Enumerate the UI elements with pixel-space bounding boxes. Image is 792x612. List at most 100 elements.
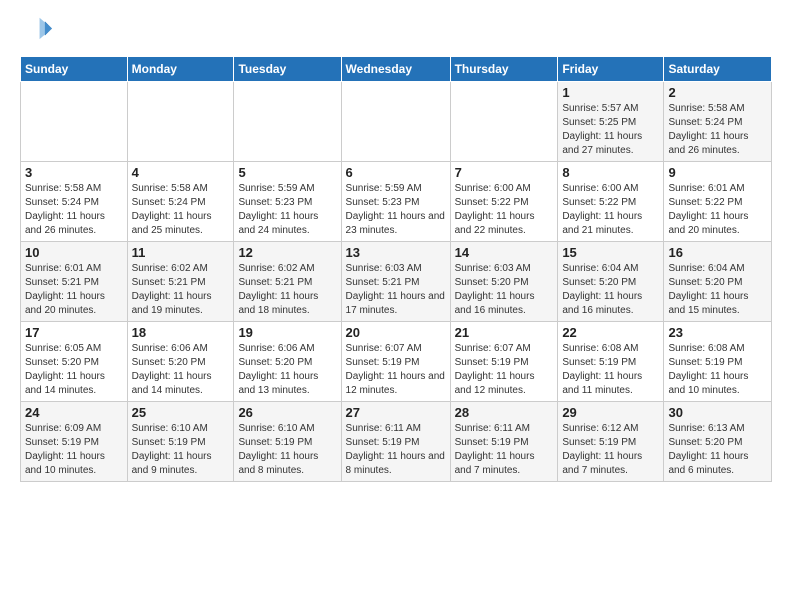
day-number: 30 bbox=[668, 405, 767, 420]
day-number: 6 bbox=[346, 165, 446, 180]
calendar-cell: 18 Sunrise: 6:06 AM Sunset: 5:20 PM Dayli… bbox=[127, 322, 234, 402]
day-info: Sunrise: 6:02 AM Sunset: 5:21 PM Dayligh… bbox=[238, 262, 336, 318]
day-number: 17 bbox=[25, 325, 123, 340]
day-number: 11 bbox=[132, 245, 230, 260]
weekday-header-sunday: Sunday bbox=[21, 57, 128, 82]
page: SundayMondayTuesdayWednesdayThursdayFrid… bbox=[0, 0, 792, 492]
calendar-cell: 20 Sunrise: 6:07 AM Sunset: 5:19 PM Dayli… bbox=[341, 322, 450, 402]
day-info: Sunrise: 6:11 AM Sunset: 5:19 PM Dayligh… bbox=[346, 422, 446, 478]
day-info: Sunrise: 6:02 AM Sunset: 5:21 PM Dayligh… bbox=[132, 262, 230, 318]
calendar-cell: 8Sunrise: 6:00 AM Sunset: 5:22 PM Daylig… bbox=[558, 162, 664, 242]
day-info: Sunrise: 5:59 AM Sunset: 5:23 PM Dayligh… bbox=[346, 182, 446, 238]
day-number: 3 bbox=[25, 165, 123, 180]
day-info: Sunrise: 6:08 AM Sunset: 5:19 PM Dayligh… bbox=[668, 342, 767, 398]
day-info: Sunrise: 6:09 AM Sunset: 5:19 PM Dayligh… bbox=[25, 422, 123, 478]
calendar-cell: 30 Sunrise: 6:13 AM Sunset: 5:20 PM Dayli… bbox=[664, 402, 772, 482]
day-info: Sunrise: 6:07 AM Sunset: 5:19 PM Dayligh… bbox=[455, 342, 554, 398]
day-number: 28 bbox=[455, 405, 554, 420]
calendar-cell: 26 Sunrise: 6:10 AM Sunset: 5:19 PM Dayli… bbox=[234, 402, 341, 482]
calendar-cell: 14 Sunrise: 6:03 AM Sunset: 5:20 PM Dayli… bbox=[450, 242, 558, 322]
weekday-header-wednesday: Wednesday bbox=[341, 57, 450, 82]
calendar-cell: 29Sunrise: 6:12 AM Sunset: 5:19 PM Dayli… bbox=[558, 402, 664, 482]
calendar-cell bbox=[234, 82, 341, 162]
calendar-cell: 11 Sunrise: 6:02 AM Sunset: 5:21 PM Dayli… bbox=[127, 242, 234, 322]
day-number: 27 bbox=[346, 405, 446, 420]
calendar-cell: 1 Sunrise: 5:57 AM Sunset: 5:25 PM Daylig… bbox=[558, 82, 664, 162]
day-number: 10 bbox=[25, 245, 123, 260]
calendar-cell: 4 Sunrise: 5:58 AM Sunset: 5:24 PM Daylig… bbox=[127, 162, 234, 242]
day-info: Sunrise: 6:07 AM Sunset: 5:19 PM Dayligh… bbox=[346, 342, 446, 398]
calendar-cell: 17 Sunrise: 6:05 AM Sunset: 5:20 PM Dayli… bbox=[21, 322, 128, 402]
calendar-cell: 24 Sunrise: 6:09 AM Sunset: 5:19 PM Dayli… bbox=[21, 402, 128, 482]
day-number: 25 bbox=[132, 405, 230, 420]
calendar-cell bbox=[450, 82, 558, 162]
calendar-cell: 25Sunrise: 6:10 AM Sunset: 5:19 PM Dayli… bbox=[127, 402, 234, 482]
day-info: Sunrise: 6:01 AM Sunset: 5:22 PM Dayligh… bbox=[668, 182, 767, 238]
day-number: 2 bbox=[668, 85, 767, 100]
calendar-cell: 16Sunrise: 6:04 AM Sunset: 5:20 PM Dayli… bbox=[664, 242, 772, 322]
day-number: 8 bbox=[562, 165, 659, 180]
header bbox=[20, 16, 772, 48]
calendar-cell: 2 Sunrise: 5:58 AM Sunset: 5:24 PM Daylig… bbox=[664, 82, 772, 162]
day-info: Sunrise: 5:57 AM Sunset: 5:25 PM Dayligh… bbox=[562, 102, 659, 158]
calendar-cell: 7 Sunrise: 6:00 AM Sunset: 5:22 PM Daylig… bbox=[450, 162, 558, 242]
day-number: 9 bbox=[668, 165, 767, 180]
day-info: Sunrise: 6:05 AM Sunset: 5:20 PM Dayligh… bbox=[25, 342, 123, 398]
day-number: 16 bbox=[668, 245, 767, 260]
day-info: Sunrise: 6:00 AM Sunset: 5:22 PM Dayligh… bbox=[455, 182, 554, 238]
calendar-cell: 10 Sunrise: 6:01 AM Sunset: 5:21 PM Dayli… bbox=[21, 242, 128, 322]
weekday-header-thursday: Thursday bbox=[450, 57, 558, 82]
weekday-header-friday: Friday bbox=[558, 57, 664, 82]
calendar-cell bbox=[21, 82, 128, 162]
logo-icon bbox=[20, 16, 52, 48]
day-number: 21 bbox=[455, 325, 554, 340]
calendar-cell: 15 Sunrise: 6:04 AM Sunset: 5:20 PM Dayli… bbox=[558, 242, 664, 322]
calendar-cell bbox=[341, 82, 450, 162]
day-info: Sunrise: 6:13 AM Sunset: 5:20 PM Dayligh… bbox=[668, 422, 767, 478]
day-number: 19 bbox=[238, 325, 336, 340]
weekday-header-saturday: Saturday bbox=[664, 57, 772, 82]
calendar-cell: 9 Sunrise: 6:01 AM Sunset: 5:22 PM Daylig… bbox=[664, 162, 772, 242]
day-number: 4 bbox=[132, 165, 230, 180]
calendar-cell: 19Sunrise: 6:06 AM Sunset: 5:20 PM Dayli… bbox=[234, 322, 341, 402]
day-info: Sunrise: 6:08 AM Sunset: 5:19 PM Dayligh… bbox=[562, 342, 659, 398]
calendar-cell: 23Sunrise: 6:08 AM Sunset: 5:19 PM Dayli… bbox=[664, 322, 772, 402]
day-info: Sunrise: 6:04 AM Sunset: 5:20 PM Dayligh… bbox=[562, 262, 659, 318]
calendar-cell: 28 Sunrise: 6:11 AM Sunset: 5:19 PM Dayli… bbox=[450, 402, 558, 482]
day-number: 14 bbox=[455, 245, 554, 260]
day-number: 15 bbox=[562, 245, 659, 260]
day-info: Sunrise: 6:03 AM Sunset: 5:20 PM Dayligh… bbox=[455, 262, 554, 318]
day-info: Sunrise: 5:58 AM Sunset: 5:24 PM Dayligh… bbox=[132, 182, 230, 238]
day-number: 20 bbox=[346, 325, 446, 340]
week-row-3: 10 Sunrise: 6:01 AM Sunset: 5:21 PM Dayli… bbox=[21, 242, 772, 322]
day-info: Sunrise: 6:01 AM Sunset: 5:21 PM Dayligh… bbox=[25, 262, 123, 318]
day-number: 22 bbox=[562, 325, 659, 340]
week-row-2: 3 Sunrise: 5:58 AM Sunset: 5:24 PM Daylig… bbox=[21, 162, 772, 242]
calendar-cell: 22 Sunrise: 6:08 AM Sunset: 5:19 PM Dayli… bbox=[558, 322, 664, 402]
day-number: 1 bbox=[562, 85, 659, 100]
day-info: Sunrise: 5:59 AM Sunset: 5:23 PM Dayligh… bbox=[238, 182, 336, 238]
day-number: 26 bbox=[238, 405, 336, 420]
day-number: 24 bbox=[25, 405, 123, 420]
calendar-cell: 21 Sunrise: 6:07 AM Sunset: 5:19 PM Dayli… bbox=[450, 322, 558, 402]
calendar-cell: 5 Sunrise: 5:59 AM Sunset: 5:23 PM Daylig… bbox=[234, 162, 341, 242]
calendar-cell: 13 Sunrise: 6:03 AM Sunset: 5:21 PM Dayli… bbox=[341, 242, 450, 322]
day-info: Sunrise: 6:03 AM Sunset: 5:21 PM Dayligh… bbox=[346, 262, 446, 318]
calendar: SundayMondayTuesdayWednesdayThursdayFrid… bbox=[20, 56, 772, 482]
week-row-4: 17 Sunrise: 6:05 AM Sunset: 5:20 PM Dayli… bbox=[21, 322, 772, 402]
calendar-cell: 3 Sunrise: 5:58 AM Sunset: 5:24 PM Daylig… bbox=[21, 162, 128, 242]
day-info: Sunrise: 5:58 AM Sunset: 5:24 PM Dayligh… bbox=[25, 182, 123, 238]
day-info: Sunrise: 6:06 AM Sunset: 5:20 PM Dayligh… bbox=[132, 342, 230, 398]
logo bbox=[20, 16, 56, 48]
day-number: 7 bbox=[455, 165, 554, 180]
day-info: Sunrise: 6:10 AM Sunset: 5:19 PM Dayligh… bbox=[238, 422, 336, 478]
day-number: 13 bbox=[346, 245, 446, 260]
weekday-header-tuesday: Tuesday bbox=[234, 57, 341, 82]
weekday-header-row: SundayMondayTuesdayWednesdayThursdayFrid… bbox=[21, 57, 772, 82]
day-info: Sunrise: 5:58 AM Sunset: 5:24 PM Dayligh… bbox=[668, 102, 767, 158]
day-number: 18 bbox=[132, 325, 230, 340]
day-info: Sunrise: 6:11 AM Sunset: 5:19 PM Dayligh… bbox=[455, 422, 554, 478]
week-row-5: 24 Sunrise: 6:09 AM Sunset: 5:19 PM Dayli… bbox=[21, 402, 772, 482]
day-number: 5 bbox=[238, 165, 336, 180]
calendar-cell bbox=[127, 82, 234, 162]
